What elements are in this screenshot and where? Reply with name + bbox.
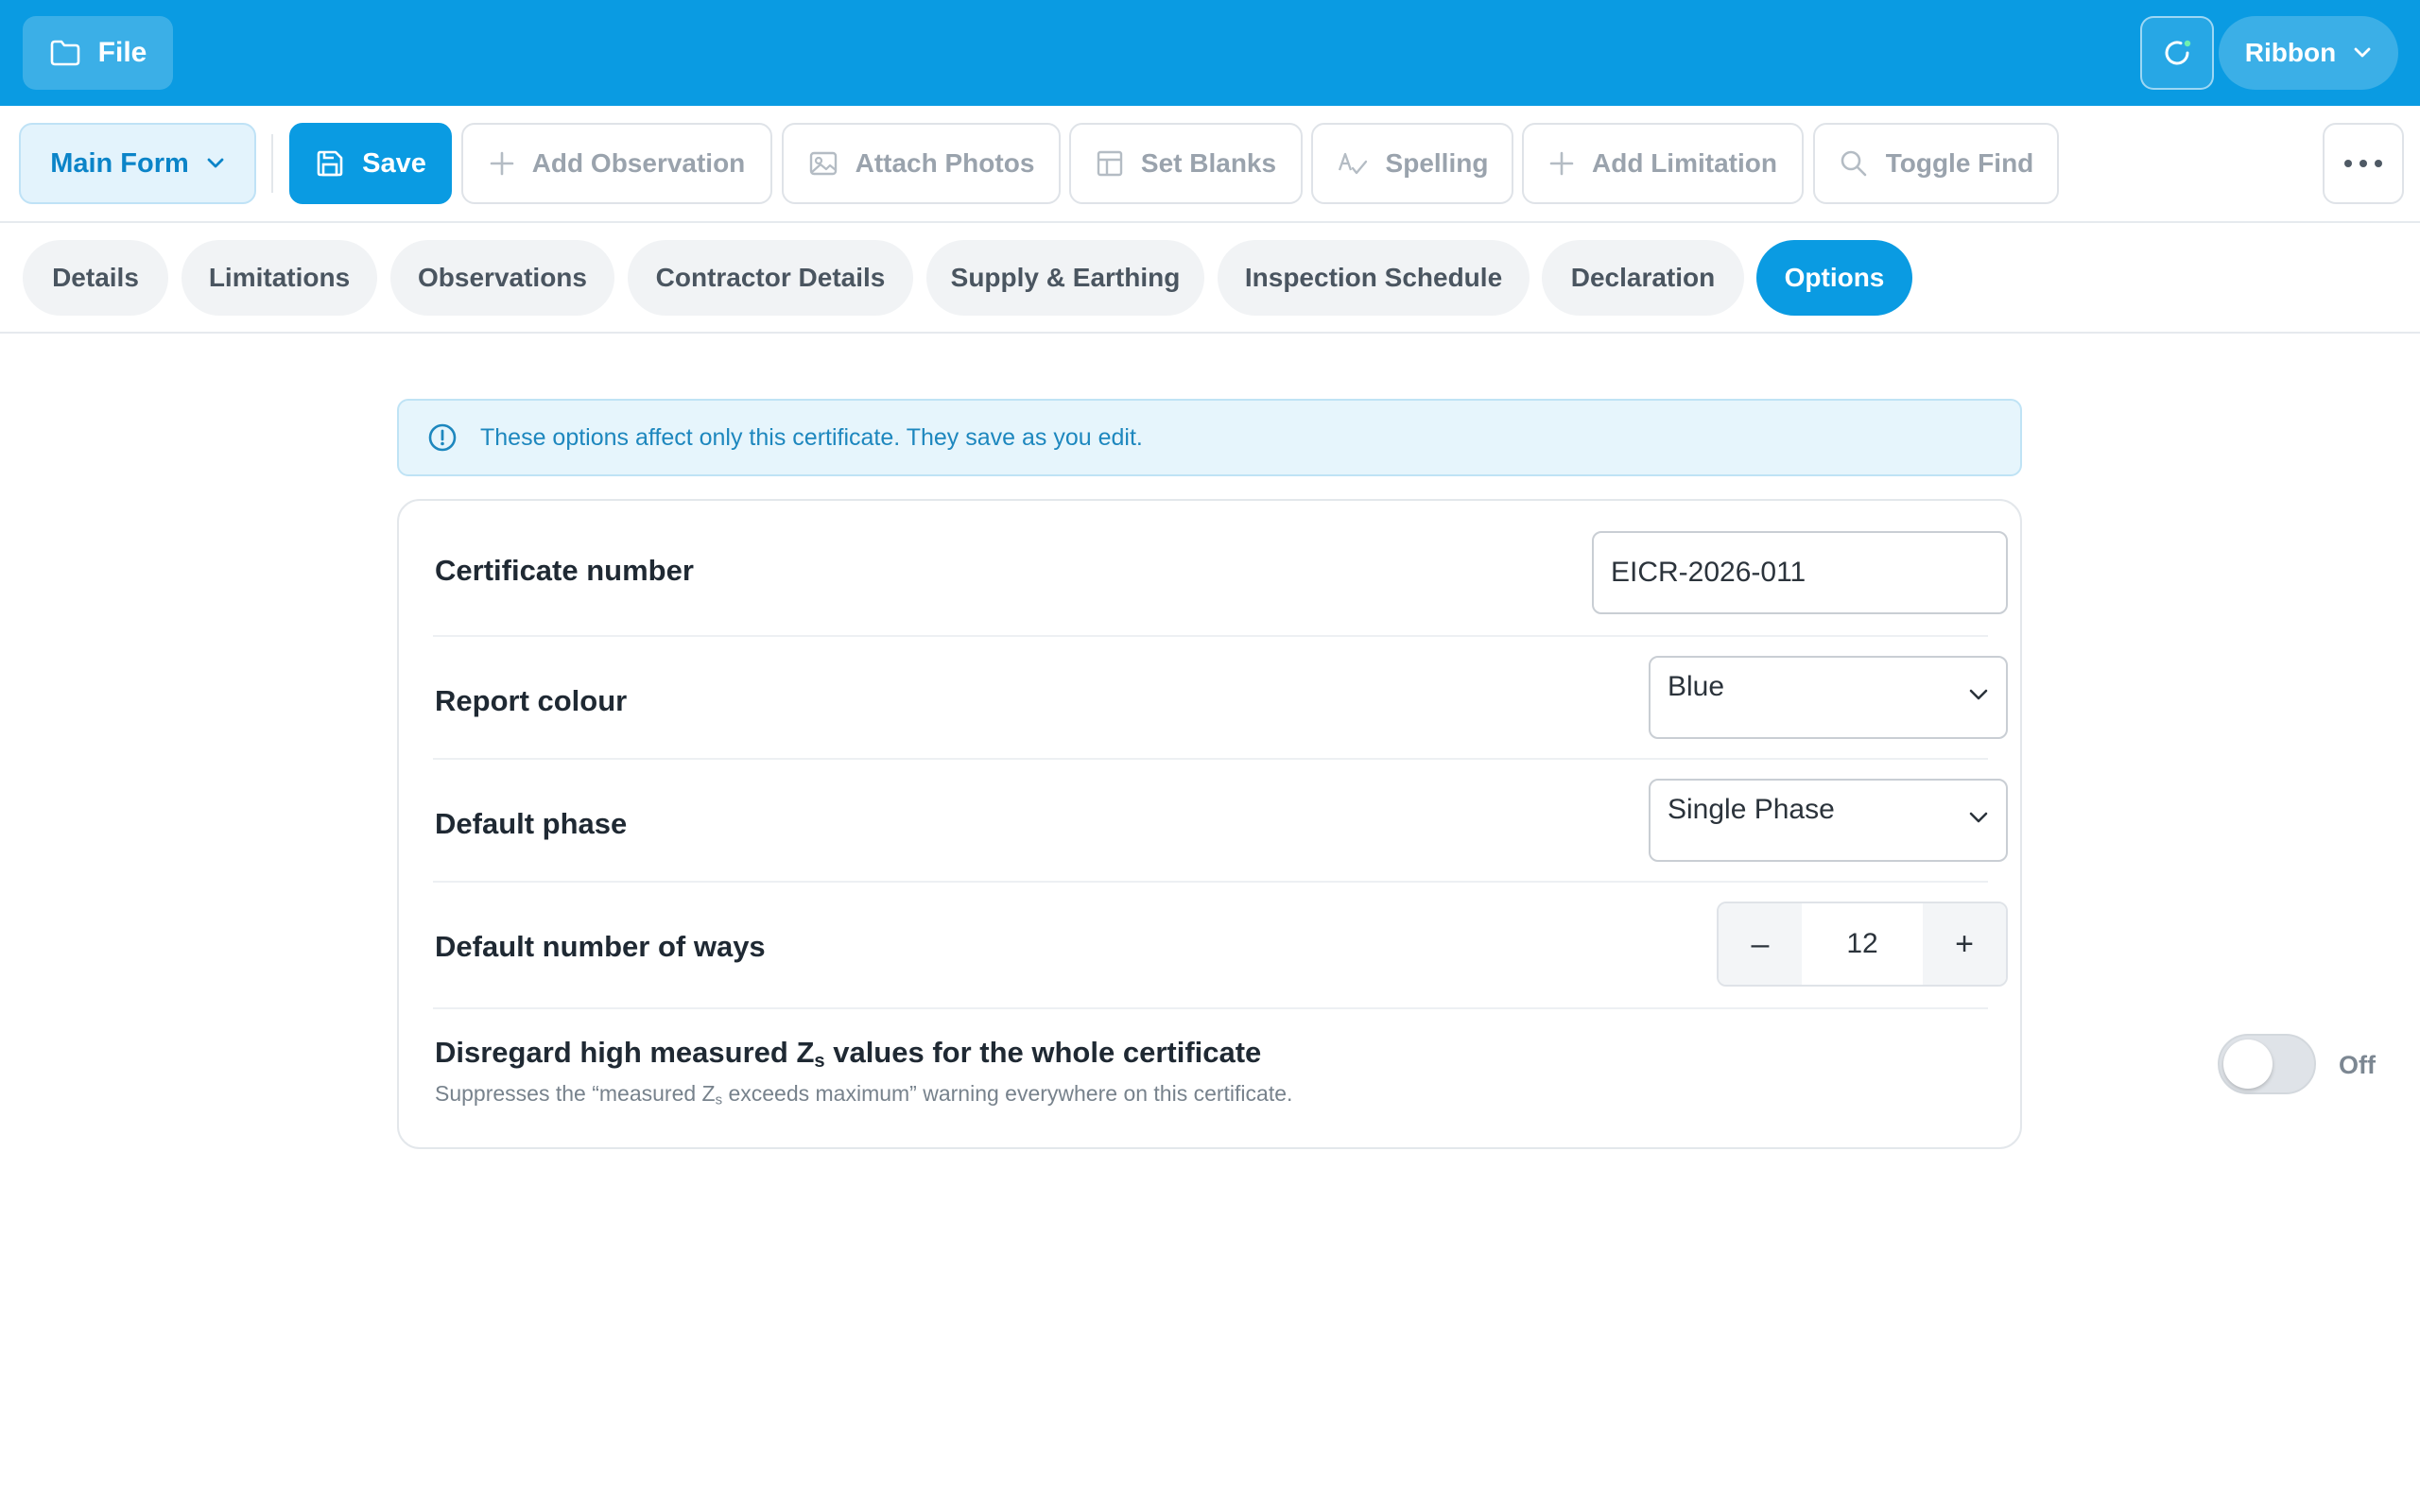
toolbar-divider	[271, 134, 273, 193]
disregard-zs-help: Suppresses the “measured Zs exceeds maxi…	[435, 1081, 1292, 1108]
save-label: Save	[362, 147, 426, 179]
disregard-zs-help-text: Suppresses the “measured Z	[435, 1081, 716, 1106]
tab-inspection-schedule[interactable]: Inspection Schedule	[1218, 240, 1530, 316]
table-icon	[1096, 149, 1124, 178]
disregard-zs-label: Disregard high measured Zs values for th…	[435, 1036, 1261, 1073]
plus-icon	[1548, 150, 1575, 177]
info-banner-text: These options affect only this certifica…	[480, 423, 1143, 451]
set-blanks-button[interactable]: Set Blanks	[1069, 123, 1303, 204]
toggle-knob	[2223, 1040, 2273, 1089]
toolbar: Main Form Save Add Observation Attach Ph…	[0, 106, 2420, 223]
toggle-find-button[interactable]: Toggle Find	[1813, 123, 2059, 204]
disregard-zs-label-text-end: values for the whole certificate	[824, 1036, 1262, 1069]
tab-contractor-details[interactable]: Contractor Details	[628, 240, 913, 316]
disregard-zs-row: Disregard high measured Zs values for th…	[433, 1009, 2376, 1149]
tab-options[interactable]: Options	[1756, 240, 1912, 316]
attach-photos-label: Attach Photos	[855, 148, 1035, 178]
certificate-number-label: Certificate number	[435, 554, 694, 587]
top-bar: File Ribbon	[0, 0, 2420, 106]
report-colour-value: Blue	[1668, 671, 1725, 702]
plus-icon	[489, 150, 515, 177]
default-phase-value: Single Phase	[1668, 794, 1835, 825]
add-observation-button[interactable]: Add Observation	[461, 123, 772, 204]
spelling-button[interactable]: Spelling	[1311, 123, 1513, 204]
set-blanks-label: Set Blanks	[1140, 148, 1277, 178]
toggle-find-label: Toggle Find	[1885, 148, 2034, 178]
disregard-zs-toggle[interactable]	[2218, 1034, 2316, 1094]
zs-subscript: s	[715, 1091, 723, 1108]
tab-declaration[interactable]: Declaration	[1542, 240, 1744, 316]
refresh-button[interactable]	[2140, 16, 2214, 90]
spelling-label: Spelling	[1385, 148, 1489, 178]
certificate-number-row: Certificate number EICR-2026-011	[433, 501, 2008, 637]
save-icon	[315, 148, 345, 179]
default-phase-select[interactable]: Single Phase	[1649, 779, 2008, 862]
chevron-down-icon	[1968, 811, 1989, 824]
tab-observations[interactable]: Observations	[390, 240, 614, 316]
certificate-number-input[interactable]: EICR-2026-011	[1592, 531, 2008, 614]
image-icon	[808, 150, 838, 177]
chevron-down-icon	[1968, 688, 1989, 701]
info-banner: These options affect only this certifica…	[397, 399, 2022, 476]
default-ways-stepper: – 12 +	[1717, 902, 2008, 987]
add-observation-label: Add Observation	[531, 148, 746, 178]
increment-button[interactable]: +	[1923, 903, 2006, 985]
tab-bar: Details Limitations Observations Contrac…	[0, 223, 2420, 334]
options-card: Certificate number EICR-2026-011 Report …	[397, 499, 2376, 1149]
report-colour-label: Report colour	[435, 684, 628, 717]
default-ways-value[interactable]: 12	[1802, 903, 1923, 985]
default-ways-label: Default number of ways	[435, 930, 766, 963]
more-options-button[interactable]	[2323, 123, 2404, 204]
ribbon-label: Ribbon	[2244, 38, 2337, 67]
report-colour-row: Report colour Blue	[433, 637, 2008, 760]
default-phase-row: Default phase Single Phase	[433, 760, 2008, 883]
attach-photos-button[interactable]: Attach Photos	[782, 123, 1061, 204]
info-icon	[427, 422, 458, 453]
form-selector-label: Main Form	[50, 147, 189, 179]
ribbon-button[interactable]: Ribbon	[2219, 16, 2398, 90]
chevron-down-icon	[206, 157, 225, 170]
save-button[interactable]: Save	[289, 123, 452, 204]
zs-subscript: s	[814, 1051, 825, 1073]
disregard-zs-help-text-end: exceeds maximum” warning everywhere on t…	[722, 1081, 1293, 1106]
more-horizontal-icon	[2343, 159, 2383, 168]
decrement-button[interactable]: –	[1719, 903, 1802, 985]
toggle-state-label: Off	[2339, 1051, 2376, 1079]
tab-supply-earthing[interactable]: Supply & Earthing	[926, 240, 1204, 316]
spellcheck-icon	[1337, 149, 1369, 178]
tab-details[interactable]: Details	[23, 240, 168, 316]
form-selector-button[interactable]: Main Form	[19, 123, 256, 204]
file-label: File	[97, 37, 147, 68]
add-limitation-button[interactable]: Add Limitation	[1522, 123, 1804, 204]
folder-icon	[49, 39, 81, 67]
tab-limitations[interactable]: Limitations	[182, 240, 377, 316]
disregard-zs-label-text: Disregard high measured Z	[435, 1036, 815, 1069]
search-icon	[1839, 148, 1869, 179]
chevron-down-icon	[2353, 46, 2372, 60]
default-ways-row: Default number of ways – 12 +	[433, 883, 2008, 1009]
add-limitation-label: Add Limitation	[1592, 148, 1777, 178]
report-colour-select[interactable]: Blue	[1649, 656, 2008, 739]
default-phase-label: Default phase	[435, 807, 628, 840]
refresh-icon	[2159, 35, 2195, 71]
file-button[interactable]: File	[23, 16, 173, 90]
